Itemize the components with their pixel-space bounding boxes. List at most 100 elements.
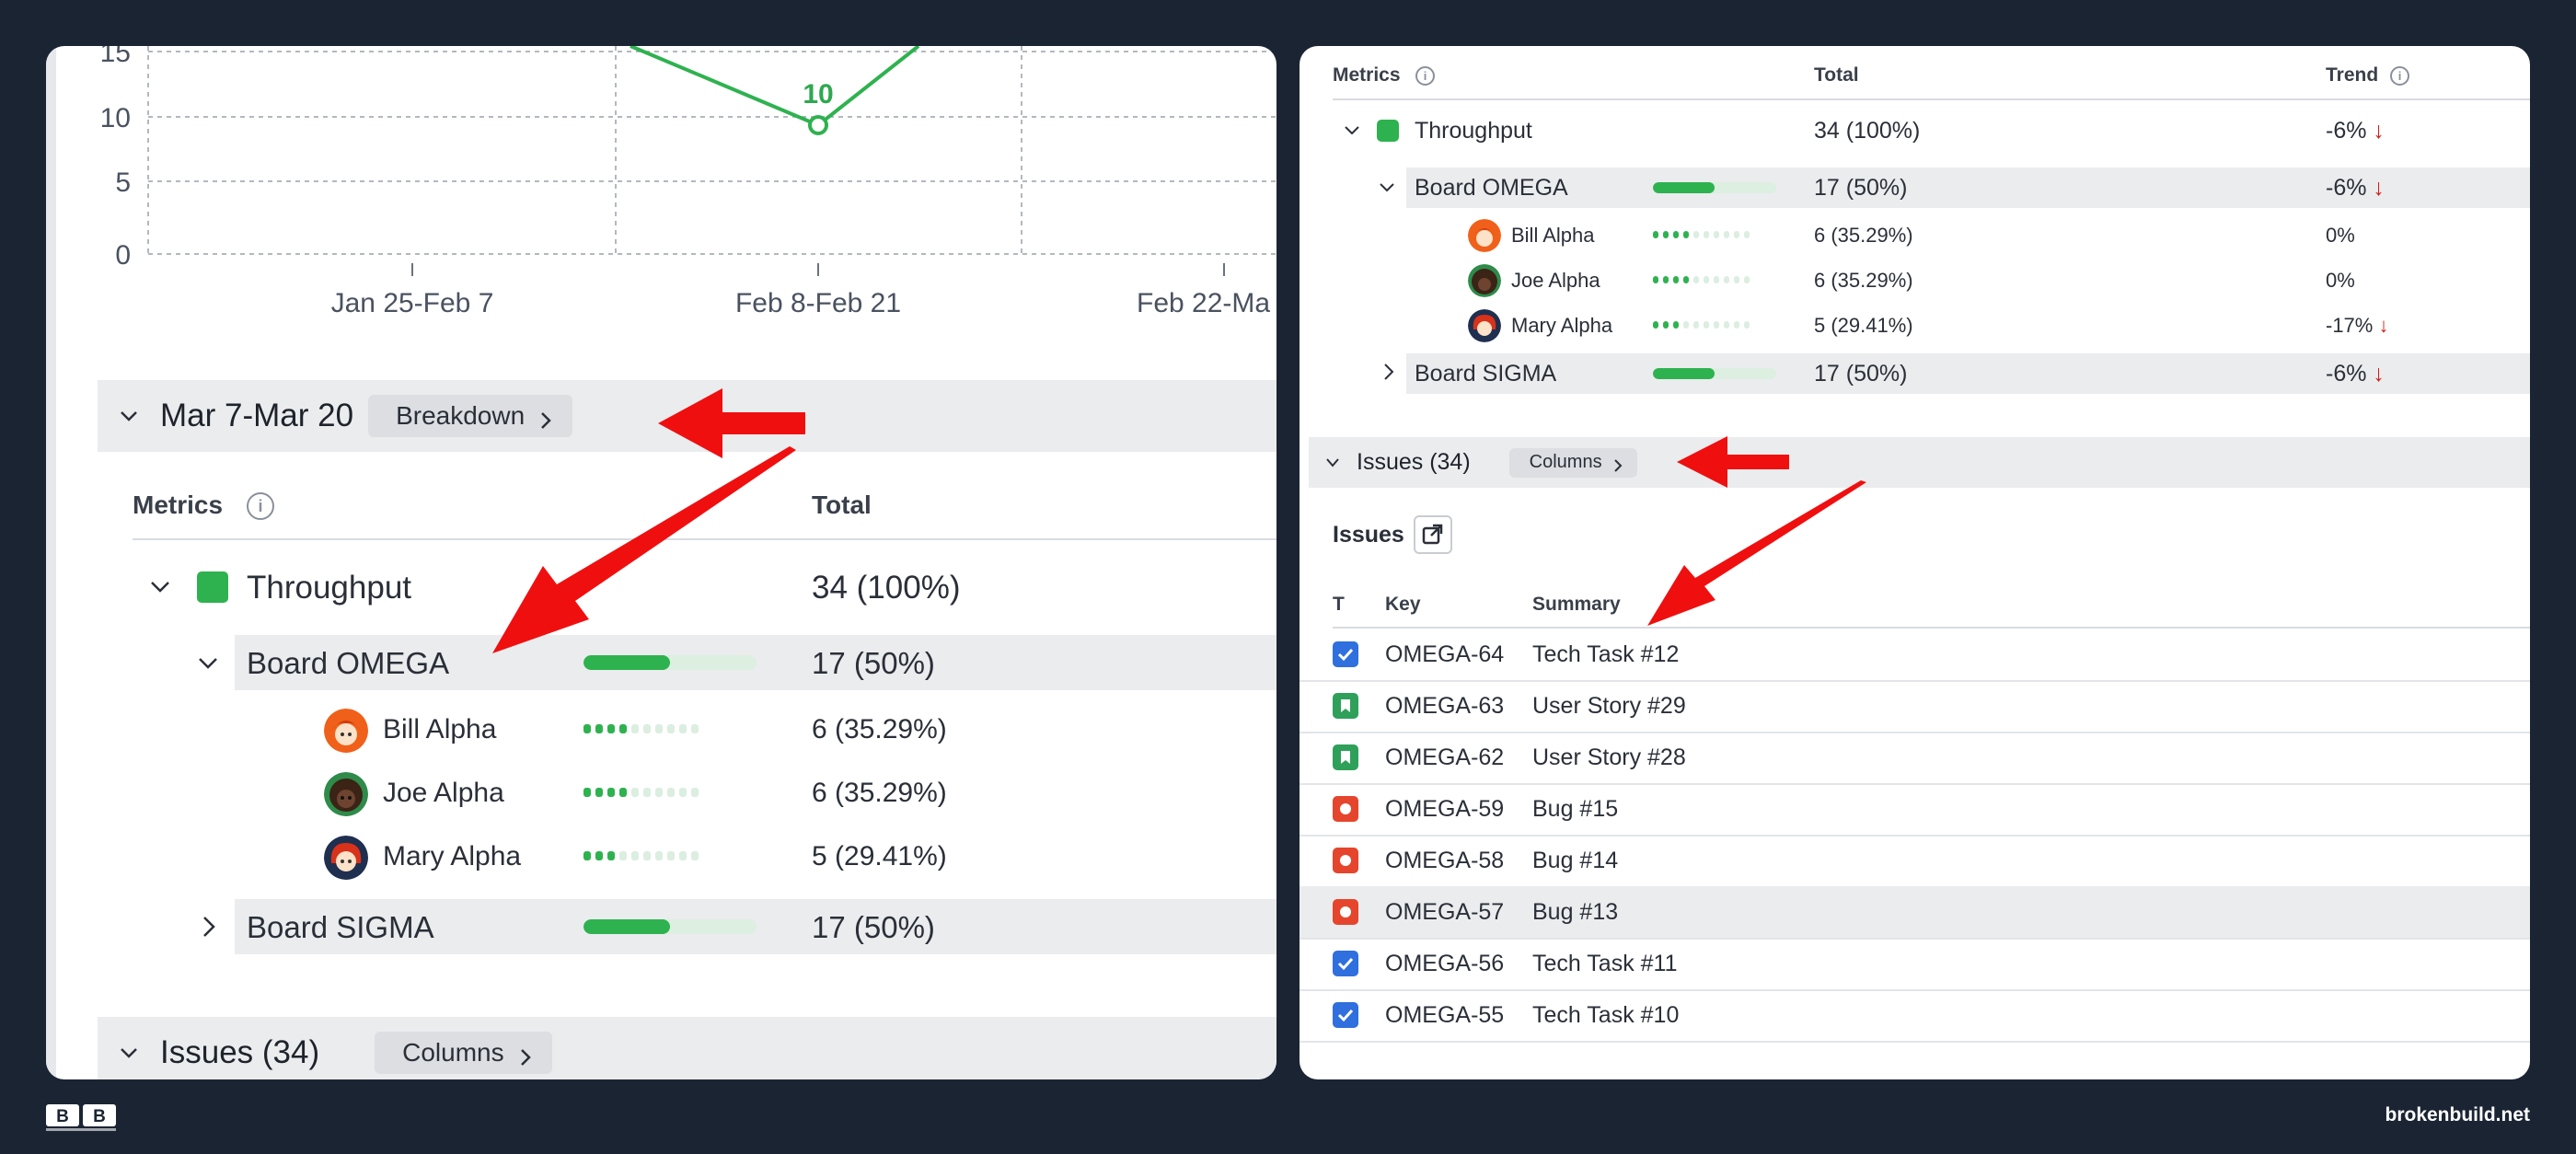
info-icon[interactable]: i: [1415, 66, 1435, 86]
info-icon[interactable]: i: [2390, 66, 2409, 86]
dot-empty: [655, 724, 663, 733]
dot-filled: [1653, 231, 1658, 238]
chevron-right-icon[interactable]: [201, 915, 219, 943]
table-row[interactable]: OMEGA-59 Bug #15: [1300, 783, 2530, 837]
issue-key[interactable]: OMEGA-56: [1385, 951, 1504, 977]
dot-empty: [1744, 321, 1750, 329]
external-link-icon[interactable]: [1414, 515, 1452, 554]
dot-filled: [595, 851, 603, 860]
chevron-down-icon[interactable]: [120, 407, 138, 425]
dot-filled: [595, 788, 603, 797]
dot-filled: [583, 788, 591, 797]
dot-filled: [607, 724, 615, 733]
dot-empty: [1734, 321, 1739, 329]
table-row[interactable]: OMEGA-64 Tech Task #12: [1300, 629, 2530, 682]
table-row[interactable]: OMEGA-62 User Story #28: [1300, 732, 2530, 785]
table-row[interactable]: OMEGA-58 Bug #14: [1300, 835, 2530, 888]
bug-type-icon: [1333, 848, 1358, 873]
issues-count-label: Issues (34): [1357, 449, 1471, 475]
dot-empty: [1704, 231, 1709, 238]
board-omega-label: Board OMEGA: [247, 646, 450, 680]
y-tick-label: 15: [100, 46, 131, 68]
dot-filled: [619, 788, 627, 797]
period-label: Mar 7-Mar 20: [160, 398, 354, 433]
dot-empty: [643, 788, 651, 797]
right-screenshot-panel: Metrics i Total Trend i Throughput 34 (1…: [1300, 46, 2530, 1079]
issue-key[interactable]: OMEGA-55: [1385, 1002, 1504, 1029]
table-row[interactable]: OMEGA-57 Bug #13: [1300, 886, 2530, 940]
annotation-arrow-icon: [1647, 480, 1866, 626]
chevron-down-icon[interactable]: [149, 578, 171, 601]
board-sigma-label: Board SIGMA: [1415, 361, 1557, 387]
issue-summary: Tech Task #10: [1532, 1002, 1680, 1028]
board-sigma-progress-bar: [583, 919, 757, 934]
table-row[interactable]: OMEGA-63 User Story #29: [1300, 680, 2530, 733]
throughput-trend: -6% ↓: [2326, 118, 2385, 144]
issue-summary: User Story #29: [1532, 693, 1686, 719]
issue-key[interactable]: OMEGA-64: [1385, 641, 1504, 668]
info-icon[interactable]: i: [247, 492, 274, 520]
key-column-header: Key: [1385, 594, 1421, 615]
dot-empty: [1724, 276, 1729, 283]
table-row[interactable]: OMEGA-56 Tech Task #11: [1300, 938, 2530, 991]
board-omega-total: 17 (50%): [812, 646, 935, 680]
person-trend: -17% ↓: [2326, 314, 2389, 337]
summary-column-header: Summary: [1532, 594, 1621, 615]
issue-key[interactable]: OMEGA-57: [1385, 899, 1504, 926]
dot-filled: [1663, 321, 1669, 329]
issue-key[interactable]: OMEGA-62: [1385, 744, 1504, 771]
issue-key[interactable]: OMEGA-59: [1385, 796, 1504, 823]
board-sigma-progress-bar: [1653, 368, 1776, 379]
person-name: Joe Alpha: [383, 778, 504, 808]
dot-empty: [655, 788, 663, 797]
chevron-right-icon[interactable]: [1382, 363, 1395, 386]
person-name: Joe Alpha: [1511, 269, 1600, 292]
dot-empty: [691, 724, 699, 733]
throughput-total: 34 (100%): [1814, 118, 1921, 144]
breakdown-button[interactable]: Breakdown: [368, 395, 573, 437]
person-name: Mary Alpha: [1511, 314, 1613, 337]
y-tick-label: 0: [115, 240, 131, 271]
person-trend: 0%: [2326, 269, 2355, 292]
chevron-down-icon[interactable]: [197, 654, 219, 677]
person-name: Mary Alpha: [383, 841, 522, 871]
arrow-down-icon: ↓: [2378, 314, 2389, 337]
issue-key[interactable]: OMEGA-58: [1385, 848, 1504, 874]
arrow-down-icon: ↓: [2373, 175, 2385, 201]
columns-button[interactable]: Columns: [1508, 447, 1637, 478]
bug-type-icon: [1333, 899, 1358, 925]
dot-empty: [1683, 321, 1689, 329]
dot-empty: [619, 851, 627, 860]
chevron-down-icon[interactable]: [1325, 456, 1340, 469]
dot-empty: [1744, 231, 1750, 238]
breakdown-button-label: Breakdown: [396, 401, 526, 430]
dot-empty: [667, 851, 675, 860]
issue-summary: Bug #15: [1532, 796, 1619, 822]
left-screenshot-panel: 15 10 5 0 Jan 25-Feb 7 Feb 8-Feb 21 Feb …: [46, 46, 1276, 1079]
chevron-down-icon[interactable]: [120, 1044, 138, 1062]
issues-title: Issues: [1333, 522, 1404, 548]
table-row[interactable]: OMEGA-55 Tech Task #10: [1300, 989, 2530, 1043]
chevron-down-icon[interactable]: [1344, 124, 1360, 142]
throughput-color-swatch: [1377, 120, 1399, 142]
board-omega-progress-bar: [1653, 182, 1776, 193]
dot-filled: [1673, 321, 1679, 329]
dot-filled: [1683, 276, 1689, 283]
dot-empty: [1714, 276, 1719, 283]
board-sigma-trend: -6% ↓: [2326, 361, 2385, 387]
y-tick-label: 10: [100, 103, 131, 133]
columns-button-label: Columns: [402, 1038, 504, 1067]
person-name: Bill Alpha: [1511, 224, 1595, 247]
issues-group-bar: Issues (34) Columns: [1309, 437, 2530, 488]
chevron-down-icon[interactable]: [1379, 181, 1395, 199]
dot-empty: [691, 788, 699, 797]
throughput-total: 34 (100%): [812, 570, 961, 606]
bug-type-icon: [1333, 796, 1358, 822]
share-dots: [583, 788, 703, 797]
series-line: [630, 46, 920, 128]
person-total: 6 (35.29%): [1814, 269, 1913, 292]
issue-key[interactable]: OMEGA-63: [1385, 693, 1504, 720]
dot-empty: [1724, 231, 1729, 238]
columns-button[interactable]: Columns: [375, 1032, 552, 1074]
throughput-line-chart: 15 10 5 0 Jan 25-Feb 7 Feb 8-Feb 21 Feb …: [100, 46, 1276, 318]
